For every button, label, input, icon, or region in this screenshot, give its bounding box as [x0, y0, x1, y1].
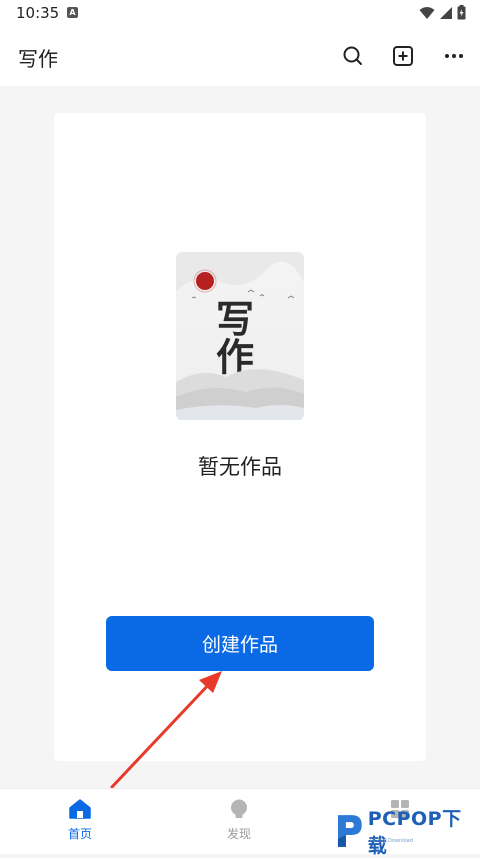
- search-icon: [343, 46, 362, 65]
- wifi-icon: [419, 6, 435, 19]
- writing-cover-illustration: 写作: [176, 252, 304, 420]
- home-icon: [69, 799, 91, 819]
- status-indicators: [419, 5, 466, 20]
- more-icon: [445, 54, 463, 58]
- cover-calligraphy: 写作: [210, 299, 255, 375]
- nav-label-discover: 发现: [226, 827, 251, 841]
- nav-label-home: 首页: [67, 827, 92, 841]
- app-bar: 写作: [0, 26, 480, 86]
- more-button[interactable]: [441, 43, 467, 69]
- add-square-icon: [393, 46, 413, 66]
- page-title: 写作: [18, 47, 58, 71]
- nav-item-discover[interactable]: 发现: [199, 799, 279, 842]
- signal-icon: [440, 6, 452, 19]
- bulb-icon: [231, 799, 247, 818]
- battery-icon: [457, 5, 466, 20]
- pcpop-logo-icon: [337, 814, 362, 847]
- empty-state-text: 暂无作品: [198, 455, 282, 479]
- nav-item-home[interactable]: 首页: [40, 799, 120, 842]
- search-button[interactable]: [340, 43, 366, 69]
- status-bar: 10:35 A: [0, 0, 480, 26]
- empty-state-card: 写作 暂无作品 创建作品: [54, 113, 426, 761]
- add-button[interactable]: [390, 43, 416, 69]
- watermark-subtext: PCPOP Download: [370, 838, 413, 844]
- watermark: PCPOP下载 PCPOP Download: [334, 808, 480, 857]
- create-work-button[interactable]: 创建作品: [106, 616, 374, 671]
- status-time: 10:35: [16, 4, 60, 22]
- ink-landscape-image: 写作: [176, 252, 304, 420]
- watermark-text: PCPOP下载: [367, 807, 462, 857]
- notification-app-icon: A: [67, 7, 78, 18]
